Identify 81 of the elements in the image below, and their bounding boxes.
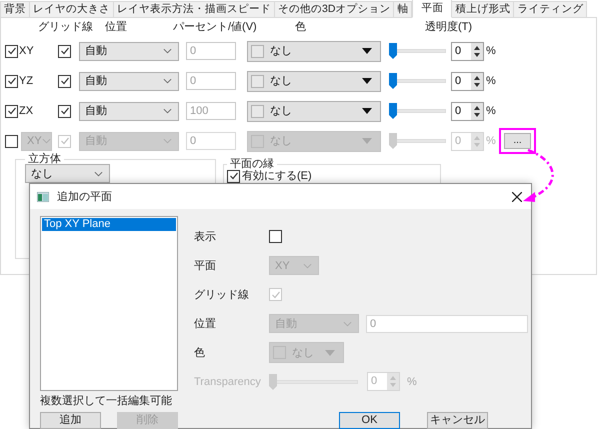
unit-label: % (407, 374, 417, 388)
tab[interactable]: その他の3Dオプション (274, 1, 394, 18)
add-button[interactable]: 追加 (40, 412, 101, 429)
plane-label: XY (19, 44, 34, 58)
slider[interactable] (389, 43, 446, 59)
tab[interactable]: 平面 (412, 0, 452, 18)
spinner-icon[interactable] (471, 102, 483, 120)
tab[interactable]: 軸 (393, 1, 412, 18)
field-label: 位置 (194, 316, 217, 330)
checkbox[interactable] (58, 104, 71, 118)
swatch-icon (251, 44, 264, 58)
tab[interactable]: 積上げ形式 (451, 1, 514, 18)
dropdown-triangle-icon (362, 78, 372, 84)
tab[interactable]: ライティング (513, 1, 588, 18)
swatch-icon (251, 104, 264, 118)
unit-label: % (486, 134, 496, 148)
field-label: 平面 (194, 258, 217, 272)
dropdown[interactable]: なし (25, 164, 110, 183)
spinner-icon[interactable] (471, 42, 483, 60)
color-dropdown[interactable]: なし (247, 70, 381, 92)
spin-field[interactable]: 0 (451, 102, 484, 120)
chevron-down-icon (303, 262, 312, 268)
tab[interactable]: レイヤ表示方法・描画スピード (113, 1, 275, 18)
field-label: グリッド線 (194, 288, 250, 302)
chevron-down-icon (343, 320, 352, 326)
group-title: 立方体 (27, 153, 62, 165)
color-dropdown[interactable]: なし (247, 100, 381, 122)
dropdown-triangle-icon (325, 350, 335, 356)
chevron-down-icon (94, 170, 103, 176)
group-title: 平面の縁 (229, 158, 275, 170)
checkbox[interactable] (269, 230, 282, 243)
column-header: 位置 (105, 20, 128, 34)
dropdown-triangle-icon (362, 108, 372, 114)
color-dropdown[interactable]: なし (247, 40, 381, 62)
slider-thumb[interactable] (389, 43, 397, 59)
checkbox[interactable] (5, 44, 18, 58)
tab[interactable]: 背景 (0, 1, 30, 18)
slider-thumb[interactable] (389, 103, 397, 119)
dialog-title: 追加の平面 (57, 190, 112, 204)
slider[interactable] (389, 103, 446, 119)
column-header: パーセント/値(V) (173, 20, 258, 34)
field-label: 色 (194, 346, 206, 360)
checkbox[interactable] (227, 170, 240, 182)
swatch-icon (251, 74, 264, 88)
spin-field[interactable]: 0 (451, 42, 484, 60)
checkbox[interactable] (58, 74, 71, 88)
checkbox-label: 有効にする(E) (242, 169, 312, 183)
slider[interactable] (389, 73, 446, 89)
chevron-down-icon (42, 138, 51, 144)
dropdown[interactable]: 自動 (79, 102, 179, 120)
plane-label: YZ (19, 74, 34, 88)
unit-label: % (486, 44, 496, 58)
dropdown-triangle-icon (362, 138, 372, 144)
plane-label: ZX (19, 104, 34, 118)
chevron-down-icon (163, 138, 172, 144)
unit-label: % (486, 104, 496, 118)
tab[interactable]: レイヤの大きさ (29, 1, 114, 18)
column-header: グリッド線 (38, 20, 94, 34)
field-label: 表示 (194, 230, 217, 244)
close-icon[interactable] (512, 192, 522, 202)
cancel-button[interactable]: キャンセル (427, 412, 488, 429)
checkbox[interactable] (58, 44, 71, 58)
chevron-down-icon (163, 108, 172, 114)
column-header: 色 (295, 20, 307, 34)
chevron-down-icon (163, 78, 172, 84)
list-item[interactable]: Top XY Plane (42, 218, 176, 231)
checkbox[interactable] (5, 74, 18, 88)
ok-button[interactable]: OK (339, 412, 400, 429)
checkbox[interactable] (5, 104, 18, 118)
column-header: 透明度(T) (425, 20, 474, 34)
hint-text: 複数選択して一括編集可能 (40, 394, 172, 409)
app-icon (37, 192, 49, 202)
unit-label: % (486, 74, 496, 88)
spin-field[interactable]: 0 (451, 72, 484, 90)
dropdown[interactable]: 自動 (79, 72, 179, 90)
slider-thumb[interactable] (389, 73, 397, 89)
chevron-down-icon (163, 48, 172, 54)
dropdown[interactable]: 自動 (79, 42, 179, 60)
dropdown-triangle-icon (362, 48, 372, 54)
spinner-icon[interactable] (471, 72, 483, 90)
field-label: Transparency (194, 374, 262, 388)
